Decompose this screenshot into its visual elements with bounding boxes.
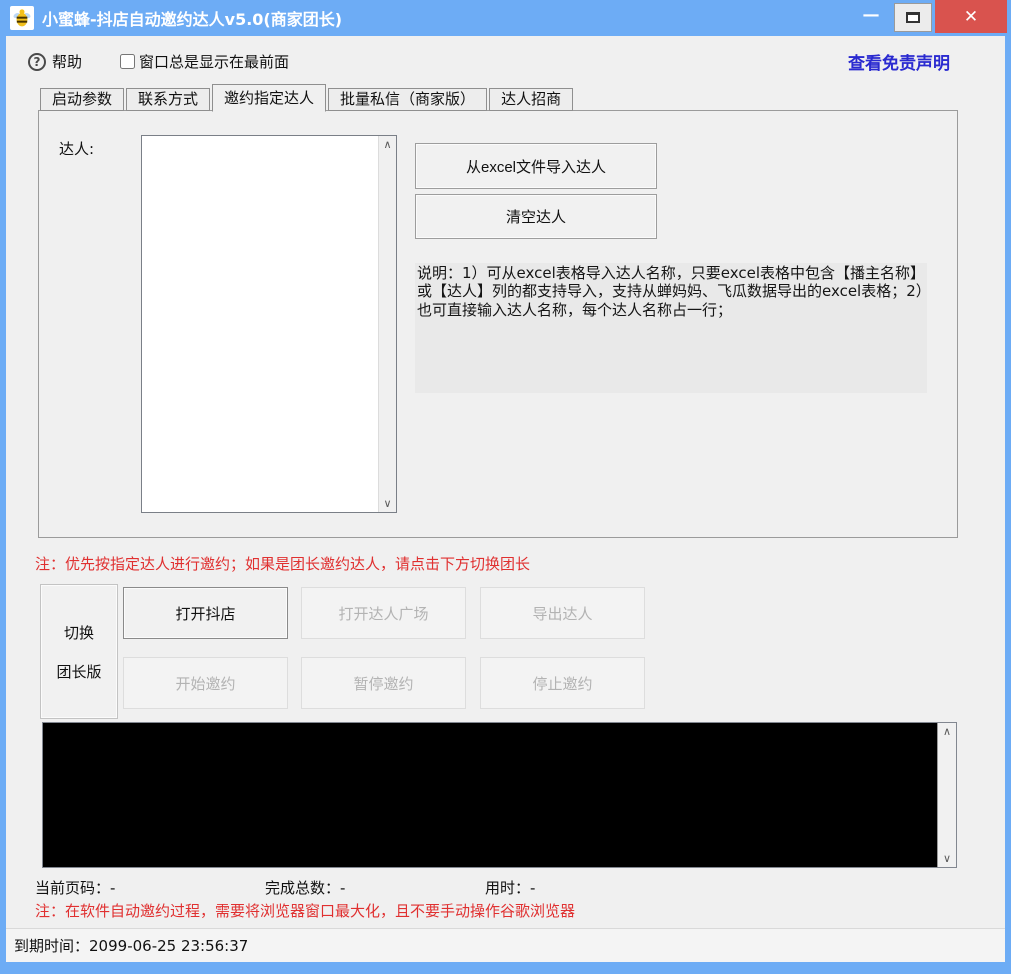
elapsed-time-label: 用时： — [485, 879, 530, 897]
current-page-value: - — [110, 879, 115, 897]
bee-logo-icon — [10, 6, 34, 30]
log-scrollbar[interactable]: ∧ ∨ — [937, 723, 956, 867]
maximize-button[interactable] — [894, 3, 932, 32]
tab-batch-message[interactable]: 批量私信（商家版） — [328, 88, 487, 111]
window-title: 小蜜蜂-抖店自动邀约达人v5.0(商家团长) — [42, 6, 342, 30]
open-douyin-shop-button[interactable]: 打开抖店 — [123, 587, 288, 639]
daren-list-box: ∧ ∨ — [141, 135, 397, 513]
stop-invite-button: 停止邀约 — [480, 657, 645, 709]
tab-invite-specified[interactable]: 邀约指定达人 — [212, 84, 326, 112]
switch-label-line1: 切换 — [64, 622, 94, 643]
minimize-button[interactable]: — — [848, 0, 894, 30]
close-icon: ✕ — [964, 7, 978, 27]
elapsed-time-status: 用时：- — [485, 877, 535, 898]
import-description: 说明：1）可从excel表格导入达人名称，只要excel表格中包含【播主名称】或… — [415, 263, 927, 393]
close-button[interactable]: ✕ — [935, 0, 1007, 33]
current-page-status: 当前页码：- — [35, 877, 115, 898]
scroll-up-icon[interactable]: ∧ — [379, 136, 396, 153]
priority-note: 注：优先按指定达人进行邀约；如果是团长邀约达人，请点击下方切换团长 — [35, 553, 530, 574]
help-icon: ? — [28, 53, 46, 71]
elapsed-time-value: - — [530, 879, 535, 897]
titlebar: 小蜜蜂-抖店自动邀约达人v5.0(商家团长) — ✕ — [0, 0, 1011, 36]
minimize-icon: — — [863, 5, 880, 25]
tab-panel-invite-specified: 达人: ∧ ∨ 从excel文件导入达人 清空达人 说明：1）可从excel表格… — [38, 110, 958, 538]
client-area: ? 帮助 窗口总是显示在最前面 查看免责声明 启动参数 联系方式 邀约指定达人 … — [6, 36, 1005, 962]
topmost-checkbox[interactable] — [120, 54, 135, 69]
switch-label-line2: 团长版 — [56, 661, 101, 682]
daren-scrollbar[interactable]: ∧ ∨ — [378, 136, 396, 512]
help-button[interactable]: ? 帮助 — [28, 51, 82, 72]
clear-daren-button[interactable]: 清空达人 — [415, 194, 657, 239]
tab-daren-recruit[interactable]: 达人招商 — [489, 88, 573, 111]
maximize-icon — [906, 12, 920, 23]
completed-total-status: 完成总数：- — [265, 877, 345, 898]
expiry-value: 2099-06-25 23:56:37 — [89, 937, 248, 955]
disclaimer-link[interactable]: 查看免责声明 — [848, 49, 950, 74]
scroll-up-icon[interactable]: ∧ — [938, 723, 956, 740]
topmost-checkbox-group[interactable]: 窗口总是显示在最前面 — [120, 51, 289, 72]
tab-contact-method[interactable]: 联系方式 — [126, 88, 210, 111]
pause-invite-button: 暂停邀约 — [301, 657, 466, 709]
browser-warning-note: 注：在软件自动邀约过程，需要将浏览器窗口最大化，且不要手动操作谷歌浏览器 — [35, 900, 575, 921]
current-page-label: 当前页码： — [35, 879, 110, 897]
completed-total-label: 完成总数： — [265, 879, 340, 897]
help-label: 帮助 — [52, 51, 82, 72]
start-invite-button: 开始邀约 — [123, 657, 288, 709]
completed-total-value: - — [340, 879, 345, 897]
topmost-label: 窗口总是显示在最前面 — [139, 51, 289, 72]
daren-label: 达人: — [59, 138, 94, 159]
scroll-down-icon[interactable]: ∨ — [379, 495, 396, 512]
expiry-label: 到期时间： — [14, 935, 89, 956]
log-console[interactable]: ∧ ∨ — [42, 722, 957, 868]
import-from-excel-button[interactable]: 从excel文件导入达人 — [415, 143, 657, 189]
open-daren-square-button: 打开达人广场 — [301, 587, 466, 639]
daren-textarea[interactable] — [142, 136, 378, 512]
tab-strip: 启动参数 联系方式 邀约指定达人 批量私信（商家版） 达人招商 — [40, 83, 575, 111]
switch-leader-version-button[interactable]: 切换 团长版 — [40, 584, 118, 719]
scroll-down-icon[interactable]: ∨ — [938, 850, 956, 867]
tab-launch-params[interactable]: 启动参数 — [40, 88, 124, 111]
export-daren-button: 导出达人 — [480, 587, 645, 639]
statusbar: 到期时间： 2099-06-25 23:56:37 — [6, 928, 1005, 962]
